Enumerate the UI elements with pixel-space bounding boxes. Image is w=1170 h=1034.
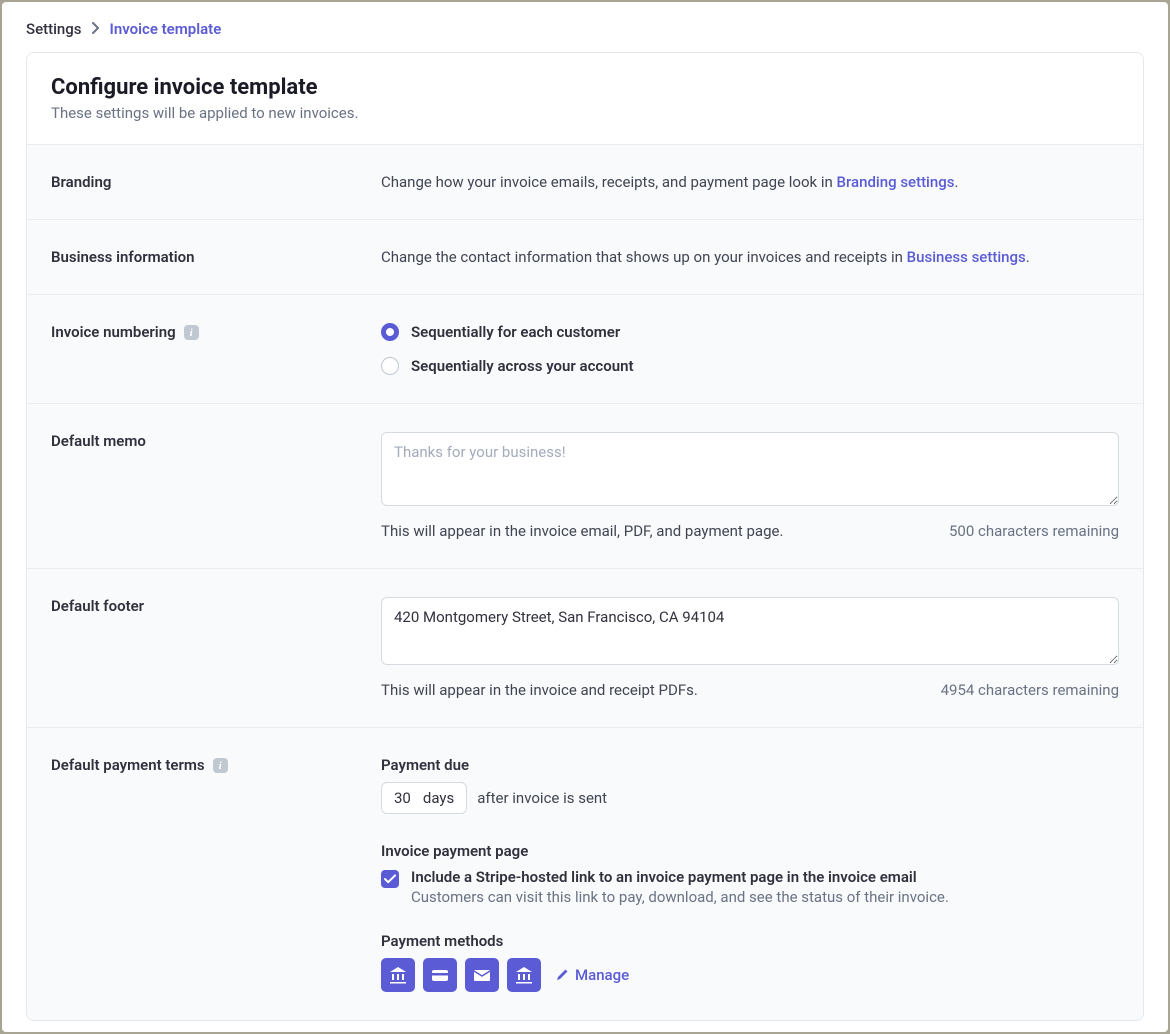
branding-settings-link[interactable]: Branding settings — [837, 173, 955, 191]
section-default-footer: Default footer This will appear in the i… — [27, 569, 1143, 728]
breadcrumb-root[interactable]: Settings — [26, 20, 82, 38]
payment-due-days-input[interactable]: 30 days — [381, 782, 467, 814]
bank-icon — [381, 958, 415, 992]
section-default-payment-terms: Default payment terms i Payment due 30 d… — [27, 728, 1143, 1020]
radio-sequential-customer[interactable]: Sequentially for each customer — [381, 323, 1119, 341]
business-desc: Change the contact information that show… — [381, 248, 1119, 266]
payment-due-suffix: after invoice is sent — [477, 789, 607, 807]
radio-icon — [381, 357, 399, 375]
label-default-footer: Default footer — [51, 597, 381, 699]
footer-remaining: 4954 characters remaining — [941, 681, 1119, 699]
page-subtitle: These settings will be applied to new in… — [51, 104, 1119, 122]
include-hosted-link-title: Include a Stripe-hosted link to an invoi… — [411, 868, 949, 886]
invoice-payment-page-label: Invoice payment page — [381, 842, 1119, 860]
memo-textarea[interactable] — [381, 432, 1119, 506]
label-branding: Branding — [51, 173, 381, 191]
memo-remaining: 500 characters remaining — [949, 522, 1119, 540]
section-invoice-numbering: Invoice numbering i Sequentially for eac… — [27, 295, 1143, 404]
section-business-info: Business information Change the contact … — [27, 220, 1143, 295]
envelope-icon — [465, 958, 499, 992]
footer-textarea[interactable] — [381, 597, 1119, 665]
include-hosted-link-checkbox[interactable] — [381, 870, 399, 888]
bank-icon — [507, 958, 541, 992]
label-business-info: Business information — [51, 248, 381, 266]
label-invoice-numbering: Invoice numbering i — [51, 323, 381, 375]
manage-payment-methods-link[interactable]: Manage — [555, 966, 629, 984]
branding-desc: Change how your invoice emails, receipts… — [381, 173, 1119, 191]
payment-methods-label: Payment methods — [381, 932, 1119, 950]
card-header: Configure invoice template These setting… — [27, 53, 1143, 145]
label-default-payment-terms: Default payment terms i — [51, 756, 381, 992]
info-icon[interactable]: i — [213, 758, 228, 773]
memo-help: This will appear in the invoice email, P… — [381, 522, 783, 540]
pencil-icon — [555, 968, 569, 982]
chevron-right-icon — [92, 20, 100, 38]
include-hosted-link-desc: Customers can visit this link to pay, do… — [411, 888, 949, 906]
footer-help: This will appear in the invoice and rece… — [381, 681, 698, 699]
section-default-memo: Default memo This will appear in the inv… — [27, 404, 1143, 569]
label-default-memo: Default memo — [51, 432, 381, 540]
business-settings-link[interactable]: Business settings — [907, 248, 1026, 266]
radio-icon — [381, 323, 399, 341]
radio-sequential-account[interactable]: Sequentially across your account — [381, 357, 1119, 375]
payment-due-label: Payment due — [381, 756, 1119, 774]
section-branding: Branding Change how your invoice emails,… — [27, 145, 1143, 220]
page-title: Configure invoice template — [51, 75, 1119, 100]
breadcrumb: Settings Invoice template — [2, 2, 1168, 52]
info-icon[interactable]: i — [184, 325, 199, 340]
breadcrumb-leaf[interactable]: Invoice template — [110, 20, 222, 38]
card-icon — [423, 958, 457, 992]
